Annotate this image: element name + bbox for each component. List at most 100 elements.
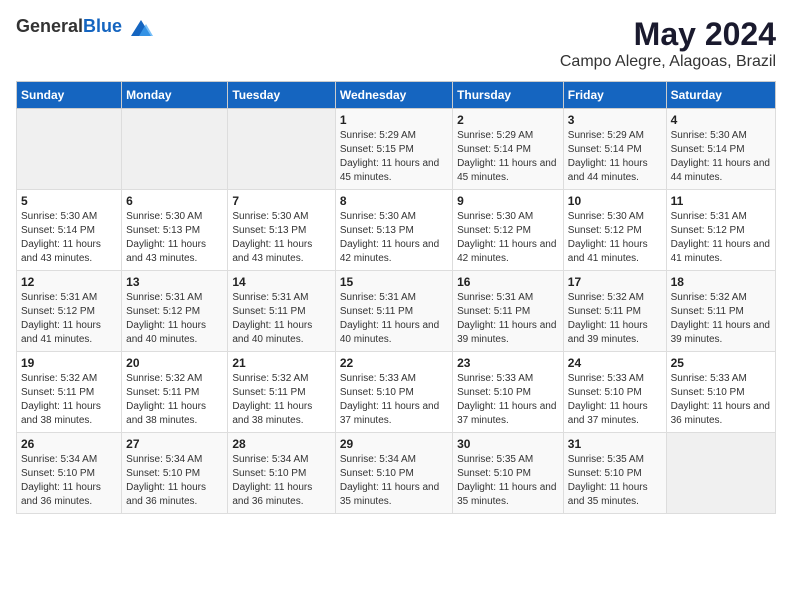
day-number: 3 xyxy=(568,113,662,127)
day-info: Sunrise: 5:33 AMSunset: 5:10 PMDaylight:… xyxy=(568,372,662,428)
weekday-header-thursday: Thursday xyxy=(453,82,564,109)
day-info: Sunrise: 5:30 AMSunset: 5:14 PMDaylight:… xyxy=(21,210,117,266)
logo-text: GeneralBlue xyxy=(16,16,153,38)
day-number: 2 xyxy=(457,113,559,127)
calendar-cell: 31Sunrise: 5:35 AMSunset: 5:10 PMDayligh… xyxy=(563,433,666,514)
day-number: 17 xyxy=(568,275,662,289)
calendar-cell: 16Sunrise: 5:31 AMSunset: 5:11 PMDayligh… xyxy=(453,271,564,352)
weekday-header-monday: Monday xyxy=(122,82,228,109)
calendar-cell: 24 Sunrise: 5:33 AMSunset: 5:10 PMDayligh… xyxy=(563,352,666,433)
day-number: 8 xyxy=(340,194,448,208)
day-info: Sunrise: 5:34 AMSunset: 5:10 PMDaylight:… xyxy=(21,453,117,509)
day-number: 7 xyxy=(232,194,330,208)
calendar-cell: 12 Sunrise: 5:31 AMSunset: 5:12 PMDayligh… xyxy=(17,271,122,352)
calendar-cell: 25Sunrise: 5:33 AMSunset: 5:10 PMDayligh… xyxy=(666,352,775,433)
day-info: Sunrise: 5:31 AMSunset: 5:11 PMDaylight:… xyxy=(340,291,448,347)
calendar-cell: 22 Sunrise: 5:33 AMSunset: 5:10 PMDayligh… xyxy=(335,352,452,433)
calendar-cell: 1 Sunrise: 5:29 AMSunset: 5:15 PMDaylight… xyxy=(335,109,452,190)
weekday-header-sunday: Sunday xyxy=(17,82,122,109)
calendar-week-row: 19 Sunrise: 5:32 AMSunset: 5:11 PMDayligh… xyxy=(17,352,776,433)
day-number: 13 xyxy=(126,275,223,289)
calendar-cell: 3Sunrise: 5:29 AMSunset: 5:14 PMDaylight… xyxy=(563,109,666,190)
calendar-cell: 27 Sunrise: 5:34 AMSunset: 5:10 PMDayligh… xyxy=(122,433,228,514)
day-number: 15 xyxy=(340,275,448,289)
calendar-week-row: 1 Sunrise: 5:29 AMSunset: 5:15 PMDaylight… xyxy=(17,109,776,190)
day-info: Sunrise: 5:32 AMSunset: 5:11 PMDaylight:… xyxy=(568,291,662,347)
calendar-cell: 5 Sunrise: 5:30 AMSunset: 5:14 PMDaylight… xyxy=(17,190,122,271)
calendar-cell xyxy=(228,109,335,190)
day-info: Sunrise: 5:31 AMSunset: 5:11 PMDaylight:… xyxy=(457,291,559,347)
page-subtitle: Campo Alegre, Alagoas, Brazil xyxy=(560,53,776,71)
calendar-header: SundayMondayTuesdayWednesdayThursdayFrid… xyxy=(17,82,776,109)
calendar-cell xyxy=(666,433,775,514)
day-number: 19 xyxy=(21,356,117,370)
day-info: Sunrise: 5:31 AMSunset: 5:12 PMDaylight:… xyxy=(21,291,117,347)
day-number: 22 xyxy=(340,356,448,370)
day-info: Sunrise: 5:33 AMSunset: 5:10 PMDaylight:… xyxy=(457,372,559,428)
day-info: Sunrise: 5:29 AMSunset: 5:15 PMDaylight:… xyxy=(340,129,448,185)
calendar-cell: 17 Sunrise: 5:32 AMSunset: 5:11 PMDayligh… xyxy=(563,271,666,352)
calendar-cell: 28Sunrise: 5:34 AMSunset: 5:10 PMDayligh… xyxy=(228,433,335,514)
calendar-cell: 29 Sunrise: 5:34 AMSunset: 5:10 PMDayligh… xyxy=(335,433,452,514)
day-info: Sunrise: 5:35 AMSunset: 5:10 PMDaylight:… xyxy=(568,453,662,509)
day-info: Sunrise: 5:31 AMSunset: 5:12 PMDaylight:… xyxy=(126,291,223,347)
calendar-week-row: 12 Sunrise: 5:31 AMSunset: 5:12 PMDayligh… xyxy=(17,271,776,352)
calendar-cell: 4 Sunrise: 5:30 AMSunset: 5:14 PMDaylight… xyxy=(666,109,775,190)
day-number: 27 xyxy=(126,437,223,451)
day-info: Sunrise: 5:33 AMSunset: 5:10 PMDaylight:… xyxy=(671,372,771,428)
calendar-cell: 30Sunrise: 5:35 AMSunset: 5:10 PMDayligh… xyxy=(453,433,564,514)
day-number: 18 xyxy=(671,275,771,289)
calendar-table: SundayMondayTuesdayWednesdayThursdayFrid… xyxy=(16,81,776,514)
day-number: 21 xyxy=(232,356,330,370)
day-info: Sunrise: 5:32 AMSunset: 5:11 PMDaylight:… xyxy=(671,291,771,347)
calendar-cell xyxy=(17,109,122,190)
day-info: Sunrise: 5:34 AMSunset: 5:10 PMDaylight:… xyxy=(126,453,223,509)
day-info: Sunrise: 5:30 AMSunset: 5:14 PMDaylight:… xyxy=(671,129,771,185)
day-number: 26 xyxy=(21,437,117,451)
page-header: GeneralBlue May 2024 Campo Alegre, Alago… xyxy=(16,16,776,71)
day-number: 4 xyxy=(671,113,771,127)
day-info: Sunrise: 5:33 AMSunset: 5:10 PMDaylight:… xyxy=(340,372,448,428)
calendar-cell: 8 Sunrise: 5:30 AMSunset: 5:13 PMDaylight… xyxy=(335,190,452,271)
calendar-week-row: 5 Sunrise: 5:30 AMSunset: 5:14 PMDaylight… xyxy=(17,190,776,271)
title-area: May 2024 Campo Alegre, Alagoas, Brazil xyxy=(560,16,776,71)
calendar-week-row: 26 Sunrise: 5:34 AMSunset: 5:10 PMDayligh… xyxy=(17,433,776,514)
day-number: 28 xyxy=(232,437,330,451)
day-number: 6 xyxy=(126,194,223,208)
logo-general: GeneralBlue xyxy=(16,19,127,36)
day-number: 12 xyxy=(21,275,117,289)
day-info: Sunrise: 5:32 AMSunset: 5:11 PMDaylight:… xyxy=(21,372,117,428)
calendar-cell: 26 Sunrise: 5:34 AMSunset: 5:10 PMDayligh… xyxy=(17,433,122,514)
calendar-cell: 9 Sunrise: 5:30 AMSunset: 5:12 PMDaylight… xyxy=(453,190,564,271)
day-info: Sunrise: 5:29 AMSunset: 5:14 PMDaylight:… xyxy=(457,129,559,185)
calendar-cell: 13 Sunrise: 5:31 AMSunset: 5:12 PMDayligh… xyxy=(122,271,228,352)
day-number: 9 xyxy=(457,194,559,208)
day-info: Sunrise: 5:34 AMSunset: 5:10 PMDaylight:… xyxy=(340,453,448,509)
calendar-cell: 19 Sunrise: 5:32 AMSunset: 5:11 PMDayligh… xyxy=(17,352,122,433)
day-number: 5 xyxy=(21,194,117,208)
page-title: May 2024 xyxy=(560,16,776,53)
day-number: 30 xyxy=(457,437,559,451)
day-number: 24 xyxy=(568,356,662,370)
calendar-cell: 11Sunrise: 5:31 AMSunset: 5:12 PMDayligh… xyxy=(666,190,775,271)
calendar-cell: 7Sunrise: 5:30 AMSunset: 5:13 PMDaylight… xyxy=(228,190,335,271)
weekday-header-wednesday: Wednesday xyxy=(335,82,452,109)
calendar-cell xyxy=(122,109,228,190)
day-number: 23 xyxy=(457,356,559,370)
calendar-cell: 14Sunrise: 5:31 AMSunset: 5:11 PMDayligh… xyxy=(228,271,335,352)
day-info: Sunrise: 5:30 AMSunset: 5:12 PMDaylight:… xyxy=(457,210,559,266)
day-info: Sunrise: 5:32 AMSunset: 5:11 PMDaylight:… xyxy=(232,372,330,428)
day-number: 29 xyxy=(340,437,448,451)
day-info: Sunrise: 5:30 AMSunset: 5:13 PMDaylight:… xyxy=(126,210,223,266)
calendar-cell: 15 Sunrise: 5:31 AMSunset: 5:11 PMDayligh… xyxy=(335,271,452,352)
day-number: 14 xyxy=(232,275,330,289)
weekday-header-saturday: Saturday xyxy=(666,82,775,109)
weekday-header-row: SundayMondayTuesdayWednesdayThursdayFrid… xyxy=(17,82,776,109)
day-info: Sunrise: 5:31 AMSunset: 5:12 PMDaylight:… xyxy=(671,210,771,266)
calendar-cell: 2 Sunrise: 5:29 AMSunset: 5:14 PMDaylight… xyxy=(453,109,564,190)
calendar-cell: 6 Sunrise: 5:30 AMSunset: 5:13 PMDaylight… xyxy=(122,190,228,271)
weekday-header-tuesday: Tuesday xyxy=(228,82,335,109)
weekday-header-friday: Friday xyxy=(563,82,666,109)
day-number: 1 xyxy=(340,113,448,127)
day-info: Sunrise: 5:30 AMSunset: 5:13 PMDaylight:… xyxy=(340,210,448,266)
